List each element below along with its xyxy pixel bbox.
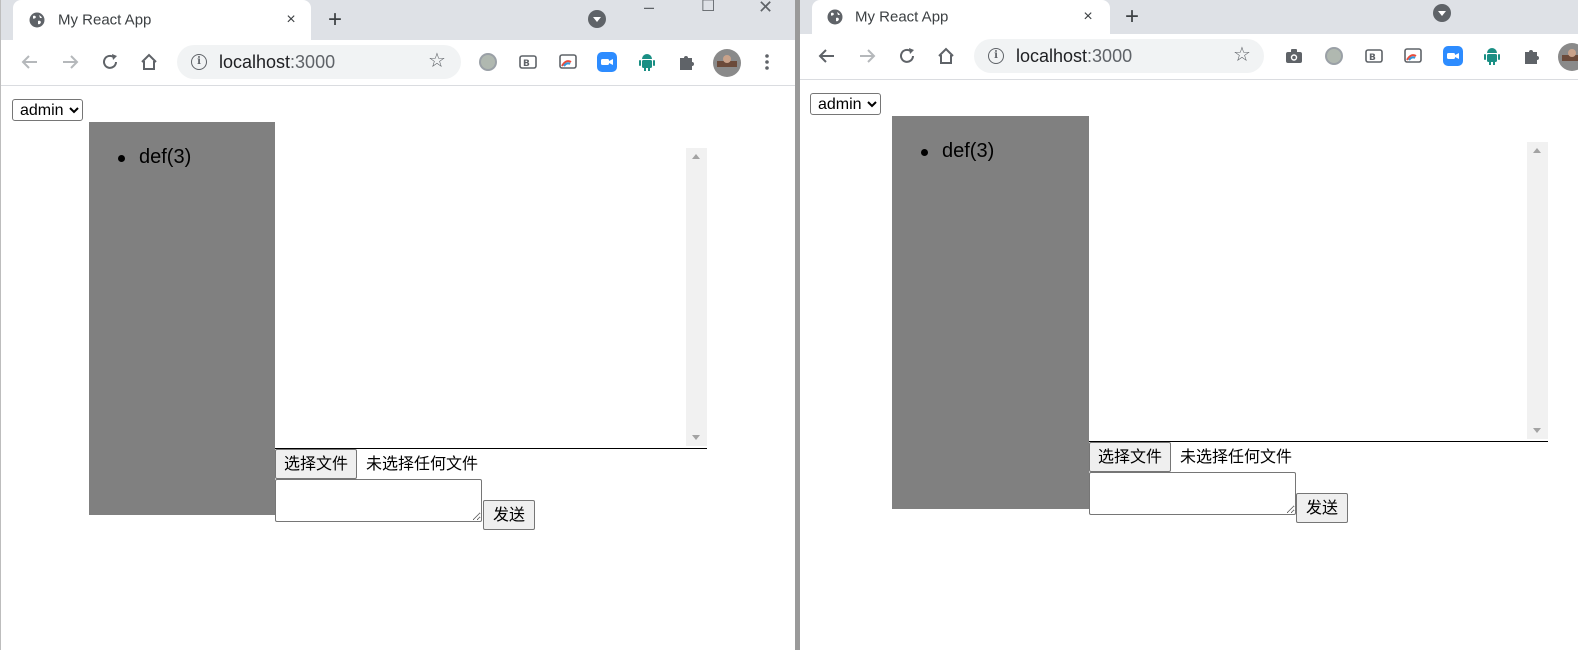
choose-file-button[interactable]: 选择文件 bbox=[275, 449, 358, 479]
tab-strip: My React App × + – ☐ ✕ bbox=[1, 0, 795, 40]
gray-circle-extension-icon[interactable] bbox=[1324, 46, 1344, 66]
url-text: localhost:3000 bbox=[219, 52, 336, 72]
globe-icon bbox=[29, 12, 45, 28]
browser-toolbar: i localhost:3000 ☆ B bbox=[1, 40, 795, 86]
scroll-up-arrow-icon[interactable] bbox=[1533, 148, 1541, 153]
message-area bbox=[275, 122, 707, 449]
zoom-extension-icon[interactable] bbox=[1443, 46, 1463, 66]
room-list: def(3) bbox=[914, 140, 994, 162]
send-button[interactable]: 发送 bbox=[1296, 493, 1348, 523]
cast-extension-icon[interactable] bbox=[1403, 46, 1423, 66]
puzzle-extensions-icon[interactable] bbox=[677, 52, 697, 72]
reload-icon[interactable] bbox=[98, 50, 122, 74]
puzzle-extensions-icon[interactable] bbox=[1522, 46, 1542, 66]
file-status-text: 未选择任何文件 bbox=[1180, 447, 1293, 466]
home-icon[interactable] bbox=[934, 44, 958, 68]
room-sidebar: def(3) bbox=[89, 122, 275, 515]
user-select[interactable]: admin bbox=[810, 93, 881, 115]
url-text: localhost:3000 bbox=[1016, 46, 1133, 66]
message-area bbox=[1089, 116, 1548, 442]
tab-title: My React App bbox=[58, 11, 152, 29]
scroll-down-arrow-icon[interactable] bbox=[1533, 428, 1541, 433]
room-item[interactable]: def(3) bbox=[914, 140, 994, 162]
reload-icon[interactable] bbox=[895, 44, 919, 68]
android-extension-icon[interactable] bbox=[637, 52, 657, 72]
svg-text:B: B bbox=[1369, 53, 1376, 63]
browser-window-left: My React App × + – ☐ ✕ i localhost:3000 … bbox=[0, 0, 795, 650]
bookmark-star-icon[interactable]: ☆ bbox=[428, 51, 446, 71]
new-tab-button[interactable]: + bbox=[1125, 5, 1139, 29]
tab-strip: My React App × + bbox=[800, 0, 1578, 34]
message-scrollbar[interactable] bbox=[686, 148, 707, 446]
tab-search-icon[interactable] bbox=[1433, 4, 1451, 22]
browser-window-right: My React App × + i localhost:3000 ☆ B ad… bbox=[800, 0, 1578, 650]
new-tab-button[interactable]: + bbox=[328, 8, 342, 32]
home-icon[interactable] bbox=[137, 50, 161, 74]
cast-extension-icon[interactable] bbox=[558, 52, 578, 72]
profile-avatar[interactable] bbox=[1558, 43, 1578, 71]
page-content: admin def(3) 选择文件 未选择任何文件 发送 bbox=[800, 80, 1578, 650]
file-status-text: 未选择任何文件 bbox=[366, 454, 479, 473]
menu-kebab-icon[interactable] bbox=[757, 52, 777, 72]
back-icon[interactable] bbox=[815, 44, 839, 68]
tab-my-react-app[interactable]: My React App × bbox=[812, 0, 1110, 34]
camera-extension-icon[interactable] bbox=[1284, 46, 1304, 66]
site-info-icon[interactable]: i bbox=[988, 48, 1004, 64]
room-item[interactable]: def(3) bbox=[111, 146, 191, 168]
page-content: admin def(3) 选择文件 未选择任何文件 发送 bbox=[1, 86, 795, 650]
message-input[interactable] bbox=[1089, 472, 1296, 515]
svg-text:B: B bbox=[523, 59, 530, 69]
room-list: def(3) bbox=[111, 146, 191, 168]
browser-toolbar: i localhost:3000 ☆ B bbox=[800, 34, 1578, 80]
scroll-up-arrow-icon[interactable] bbox=[692, 154, 700, 159]
maximize-button[interactable]: ☐ bbox=[701, 0, 715, 15]
bilibili-extension-icon[interactable]: B bbox=[518, 52, 538, 72]
close-window-button[interactable]: ✕ bbox=[758, 0, 773, 16]
address-bar[interactable]: i localhost:3000 ☆ bbox=[177, 45, 461, 79]
tab-my-react-app[interactable]: My React App × bbox=[13, 0, 311, 40]
minimize-button[interactable]: – bbox=[644, 0, 654, 16]
bookmark-star-icon[interactable]: ☆ bbox=[1233, 45, 1251, 65]
gray-circle-extension-icon[interactable] bbox=[478, 52, 498, 72]
message-scrollbar[interactable] bbox=[1527, 142, 1548, 439]
zoom-extension-icon[interactable] bbox=[597, 52, 617, 72]
tab-close-icon[interactable]: × bbox=[1079, 8, 1097, 26]
globe-icon bbox=[827, 9, 843, 25]
android-extension-icon[interactable] bbox=[1482, 46, 1502, 66]
profile-avatar[interactable] bbox=[713, 49, 741, 77]
choose-file-button[interactable]: 选择文件 bbox=[1089, 442, 1172, 472]
user-select[interactable]: admin bbox=[12, 99, 83, 121]
send-button[interactable]: 发送 bbox=[483, 500, 535, 530]
forward-icon[interactable] bbox=[855, 44, 879, 68]
back-icon[interactable] bbox=[18, 50, 42, 74]
scroll-down-arrow-icon[interactable] bbox=[692, 435, 700, 440]
tab-title: My React App bbox=[855, 8, 949, 26]
tab-search-icon[interactable] bbox=[588, 10, 606, 28]
message-input[interactable] bbox=[275, 479, 482, 522]
tab-close-icon[interactable]: × bbox=[282, 11, 300, 29]
forward-icon[interactable] bbox=[58, 50, 82, 74]
bilibili-extension-icon[interactable]: B bbox=[1364, 46, 1384, 66]
room-sidebar: def(3) bbox=[892, 116, 1089, 509]
address-bar[interactable]: i localhost:3000 ☆ bbox=[974, 39, 1264, 73]
site-info-icon[interactable]: i bbox=[191, 54, 207, 70]
